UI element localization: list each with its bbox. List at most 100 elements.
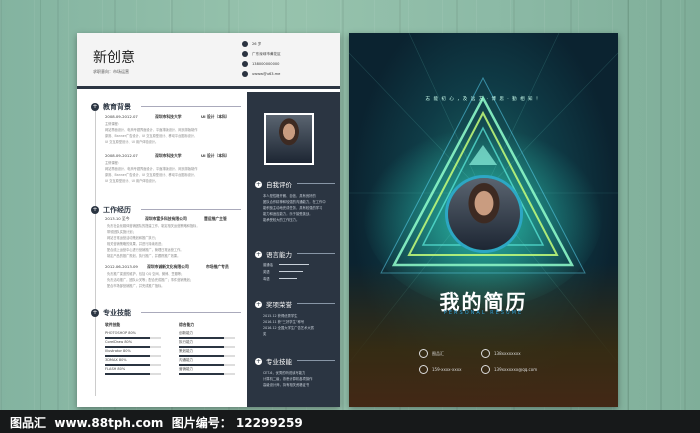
edu-line: 原则、Banner广告设计、UI 交互原型设计、移动平台图标设计、: [105, 173, 198, 177]
phone-icon: [481, 349, 490, 358]
self-eval-line: 能力和适应能力，乐于接受挑战，: [263, 212, 313, 216]
skill-bar-fill: [105, 346, 150, 348]
self-eval-line: 能积极主动地完成任务，具有较强的学习: [263, 206, 323, 210]
divider: [297, 303, 335, 304]
divider: [141, 106, 241, 107]
cover-contact-phone: 138xxxxxxxx: [481, 349, 521, 358]
work-line: 负责社会化媒体营销团队的搭建工作，制定相关运营策略和指标，: [107, 224, 200, 228]
contact-email: uwww@u63.me: [242, 69, 337, 79]
edu-school: 深圳市科技大学: [155, 114, 182, 119]
section-title: 语言能力: [266, 251, 292, 259]
skill-bar-fill: [179, 355, 224, 357]
plus-icon: +: [255, 180, 262, 188]
skill-bar: [105, 337, 161, 339]
cover-contact-email: 139xxxxxxx@qq.com: [481, 365, 537, 374]
skill-bar-fill: [105, 364, 150, 366]
phone-icon: [242, 61, 248, 67]
contact-age: 26 岁: [242, 39, 337, 49]
bottom-glow: [349, 263, 618, 407]
self-eval-line: 能承受较大的工作压力。: [263, 218, 300, 222]
edu-line: 主修课程：: [105, 161, 121, 165]
edu-line: 主修课程：: [105, 122, 121, 126]
work-line: 负责活动推广，团队公关等；配合完成推广；事件营销策划；: [107, 278, 194, 282]
award-line: 2016.12 全国大学生广告艺术大赛: [263, 326, 314, 330]
section-title: 工作经历: [103, 206, 131, 214]
section-education: + 教育背景: [91, 102, 131, 112]
language-level-bar: [279, 278, 297, 279]
cover-contact-phone2: 159-xxxx-xxxx: [419, 365, 461, 374]
general-skills-title: 综合能力: [179, 322, 195, 327]
skill-bar: [179, 373, 235, 375]
edu-line: UI 交互原型设计、UI 用户体验设计。: [105, 179, 159, 183]
divider: [141, 209, 241, 210]
section-title: 自我评价: [266, 181, 292, 189]
plus-icon: +: [91, 309, 99, 317]
award-line: 奖: [263, 332, 267, 336]
work-line: 负责推广渠道的维护，包括 QQ 空间、微博、豆瓣等；: [107, 272, 185, 276]
self-eval-line: 本人是性格开朗、自信，具有良好的: [263, 194, 316, 198]
work-line: 配合线上运营中心进行营销推广，管理日常运营工作。: [107, 248, 184, 252]
work-date: 2012.06-2013.09: [105, 264, 138, 269]
language-level-bar: [279, 271, 303, 272]
skill-bar: [179, 355, 235, 357]
language-level-bar: [279, 264, 309, 265]
section-title: 教育背景: [103, 103, 131, 111]
pro-skill-line: 高级设计师，持有相关资格证书: [263, 383, 310, 387]
mail-icon: [242, 71, 248, 77]
award-line: 2015.12 获得优秀学生: [263, 314, 298, 318]
edu-date: 2008.09-2012.07: [105, 153, 138, 158]
plus-icon: +: [91, 206, 99, 214]
work-company: 深圳市富多科技有限公司: [145, 216, 187, 221]
cover-subtitle: PERSONAL RESUME: [443, 310, 524, 316]
skill-bar: [105, 355, 161, 357]
mail-icon: [481, 365, 490, 374]
location-icon: [242, 51, 248, 57]
section-title: 奖项荣誉: [266, 301, 292, 309]
self-eval-line: 团队合作精神和较强的沟通能力，在工作中: [263, 200, 326, 204]
resume-inner-page: 新创意 求职意向：市场运营 26 岁 广东深圳市黄花区 138000000000…: [77, 33, 340, 407]
skill-bar-fill: [105, 355, 150, 357]
work-line: 带领团队实施计划；: [107, 230, 136, 234]
software-skills-title: 软件技能: [105, 322, 121, 327]
contact-address: 广东深圳市黄花区: [242, 49, 337, 59]
edu-major: UI 设计（本科）: [201, 153, 230, 158]
edu-line: 网站界面设计、电商专题界面设计、平面排版设计、网页排版制作: [105, 128, 198, 132]
timeline-line: [95, 111, 96, 396]
job-intent: 求职意向：市场运营: [93, 69, 129, 74]
skill-bar-fill: [179, 346, 224, 348]
skill-bar-fill: [179, 373, 224, 375]
work-role: 市场推广专员: [206, 264, 229, 269]
resume-cover-page: 志 能 初 心 ，及 远 方 · 博 思 · 勤 相 知 ！ 我的简历 PERS…: [349, 33, 618, 407]
section-self-eval: + 自我评价: [255, 179, 292, 189]
cover-portrait: [445, 175, 523, 253]
language-item: 普通话: [263, 263, 273, 267]
section-skills: + 专业技能: [91, 308, 131, 318]
plus-icon: +: [255, 357, 262, 365]
edu-line: 原则、Banner广告设计、UI 交互原型设计、移动平台图标设计、: [105, 134, 198, 138]
work-line: 网站日常运营活动策划和推广执行；: [107, 236, 158, 240]
language-item: 英语: [263, 270, 270, 274]
divider: [141, 312, 241, 313]
plus-icon: +: [91, 103, 99, 111]
person-icon: [242, 41, 248, 47]
candidate-name: 新创意: [93, 50, 135, 66]
skill-bar: [105, 373, 161, 375]
portrait-image: [448, 178, 520, 250]
contact-phone: 138000000000: [242, 59, 337, 69]
section-work: + 工作经历: [91, 205, 131, 215]
work-role: 营运推广主管: [204, 216, 227, 221]
divider: [297, 183, 335, 184]
cover-tagline: 志 能 初 心 ，及 远 方 · 博 思 · 勤 相 知 ！: [425, 97, 542, 102]
section-title: 专业技能: [103, 309, 131, 317]
phone-icon: [419, 365, 428, 374]
edu-school: 深圳市科技大学: [155, 153, 182, 158]
profile-photo: [264, 113, 314, 165]
work-line: 制定产品的推广规划，执行推广，并跟踪推广效果。: [107, 254, 181, 258]
contact-block: 26 岁 广东深圳市黄花区 138000000000 uwww@u63.me: [242, 39, 337, 79]
skill-bar: [105, 346, 161, 348]
header-divider: [77, 86, 340, 89]
pro-skill-line: CET-6，优秀的听说读写能力: [263, 371, 306, 375]
work-company: 深圳市诚新文化有限公司: [147, 264, 189, 269]
cover-contact-name: 图品汇: [419, 349, 444, 358]
section-title: 专业技能: [266, 358, 292, 366]
